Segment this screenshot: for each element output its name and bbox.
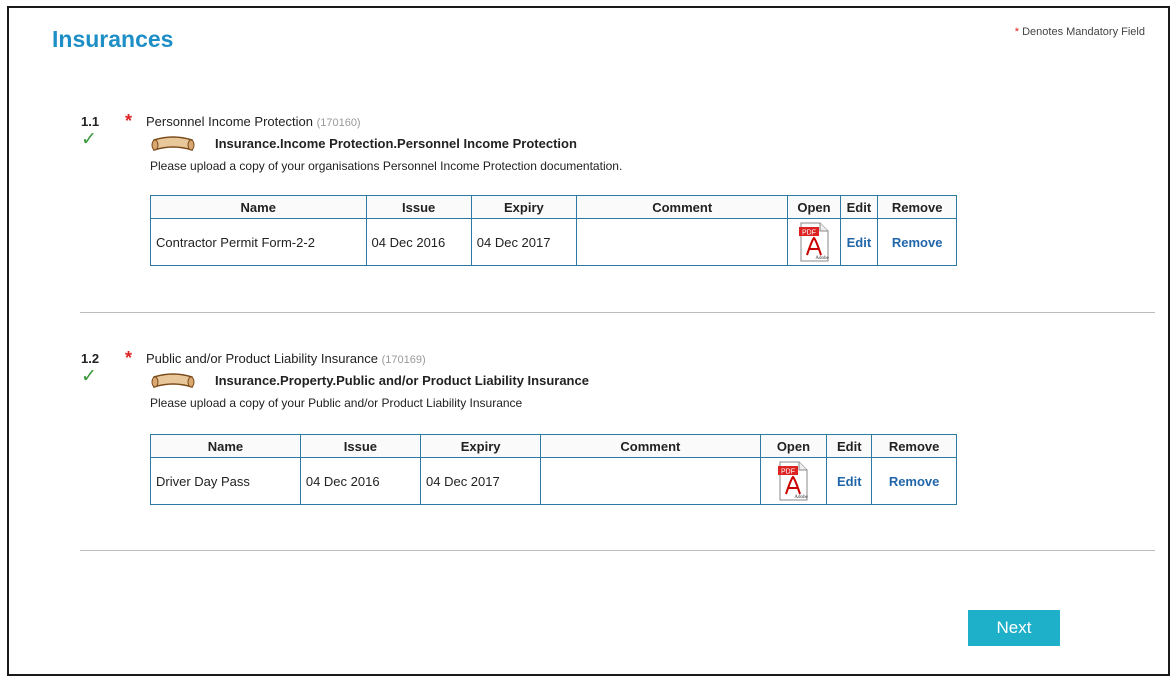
required-star: * bbox=[125, 111, 133, 131]
cell-name: Driver Day Pass bbox=[150, 457, 301, 505]
svg-text:Adobe: Adobe bbox=[815, 256, 829, 261]
col-issue-header: Issue bbox=[365, 195, 472, 219]
mandatory-note: * Denotes Mandatory Field bbox=[1015, 26, 1145, 38]
col-comment-header: Comment bbox=[575, 195, 789, 219]
document-path: Insurance.Property.Public and/or Product… bbox=[215, 373, 589, 388]
section-divider bbox=[80, 550, 1155, 551]
section-title-text: Public and/or Product Liability Insuranc… bbox=[146, 351, 378, 366]
cell-open: PDF Adobe bbox=[787, 218, 841, 266]
pdf-file-icon[interactable]: PDF Adobe bbox=[777, 461, 809, 501]
col-expiry-header: Expiry bbox=[419, 434, 542, 458]
checkmark-icon: ✓ bbox=[81, 366, 97, 387]
svg-text:PDF: PDF bbox=[802, 230, 816, 237]
upload-instructions: Please upload a copy of your Public and/… bbox=[150, 396, 523, 410]
cell-remove: Remove bbox=[871, 457, 957, 505]
cell-edit: Edit bbox=[839, 218, 879, 266]
col-open-header: Open bbox=[787, 195, 841, 219]
cell-name: Contractor Permit Form-2-2 bbox=[150, 218, 367, 266]
remove-link[interactable]: Remove bbox=[889, 474, 940, 489]
section-title: Personnel Income Protection (170160) bbox=[146, 114, 361, 129]
section-number: 1.1 bbox=[81, 114, 100, 129]
required-star: * bbox=[125, 348, 133, 368]
upload-instructions: Please upload a copy of your organisatio… bbox=[150, 159, 623, 173]
scroll-document-icon bbox=[151, 136, 195, 152]
table-row: Contractor Permit Form-2-2 04 Dec 2016 0… bbox=[150, 218, 957, 266]
table-header-row: Name Issue Expiry Comment Open Edit Remo… bbox=[150, 195, 957, 219]
svg-text:Adobe: Adobe bbox=[795, 495, 809, 500]
table-row: Driver Day Pass 04 Dec 2016 04 Dec 2017 … bbox=[150, 457, 957, 505]
col-remove-header: Remove bbox=[877, 195, 957, 219]
section-divider bbox=[80, 312, 1155, 313]
table-header-row: Name Issue Expiry Comment Open Edit Remo… bbox=[150, 434, 957, 458]
col-name-header: Name bbox=[150, 195, 367, 219]
pdf-file-icon[interactable]: PDF Adobe bbox=[798, 222, 830, 262]
page-frame bbox=[7, 6, 1170, 676]
cell-comment bbox=[540, 457, 761, 505]
section-title-text: Personnel Income Protection bbox=[146, 114, 313, 129]
section-number: 1.2 bbox=[81, 351, 100, 366]
col-remove-header: Remove bbox=[871, 434, 957, 458]
remove-link[interactable]: Remove bbox=[892, 235, 943, 250]
col-edit-header: Edit bbox=[826, 434, 873, 458]
mandatory-note-text: Denotes Mandatory Field bbox=[1022, 26, 1145, 38]
cell-issue: 04 Dec 2016 bbox=[365, 218, 472, 266]
next-button[interactable]: Next bbox=[968, 610, 1060, 646]
cell-open: PDF Adobe bbox=[759, 457, 828, 505]
cell-issue: 04 Dec 2016 bbox=[299, 457, 422, 505]
col-comment-header: Comment bbox=[540, 434, 761, 458]
col-edit-header: Edit bbox=[839, 195, 879, 219]
mandatory-star: * bbox=[1014, 26, 1020, 38]
document-path: Insurance.Income Protection.Personnel In… bbox=[215, 136, 577, 151]
documents-table: Name Issue Expiry Comment Open Edit Remo… bbox=[150, 434, 957, 505]
section-code: (170160) bbox=[316, 117, 361, 129]
documents-table: Name Issue Expiry Comment Open Edit Remo… bbox=[150, 195, 957, 266]
cell-expiry: 04 Dec 2017 bbox=[419, 457, 542, 505]
col-name-header: Name bbox=[150, 434, 301, 458]
col-expiry-header: Expiry bbox=[470, 195, 577, 219]
edit-link[interactable]: Edit bbox=[837, 474, 862, 489]
cell-comment bbox=[575, 218, 789, 266]
section-title: Public and/or Product Liability Insuranc… bbox=[146, 351, 426, 366]
svg-text:PDF: PDF bbox=[781, 469, 795, 476]
col-open-header: Open bbox=[759, 434, 828, 458]
page-title: Insurances bbox=[52, 26, 174, 52]
cell-expiry: 04 Dec 2017 bbox=[470, 218, 577, 266]
cell-edit: Edit bbox=[826, 457, 873, 505]
checkmark-icon: ✓ bbox=[81, 129, 97, 150]
col-issue-header: Issue bbox=[299, 434, 422, 458]
edit-link[interactable]: Edit bbox=[847, 235, 872, 250]
scroll-document-icon bbox=[151, 373, 195, 389]
cell-remove: Remove bbox=[877, 218, 957, 266]
section-code: (170169) bbox=[381, 354, 426, 366]
